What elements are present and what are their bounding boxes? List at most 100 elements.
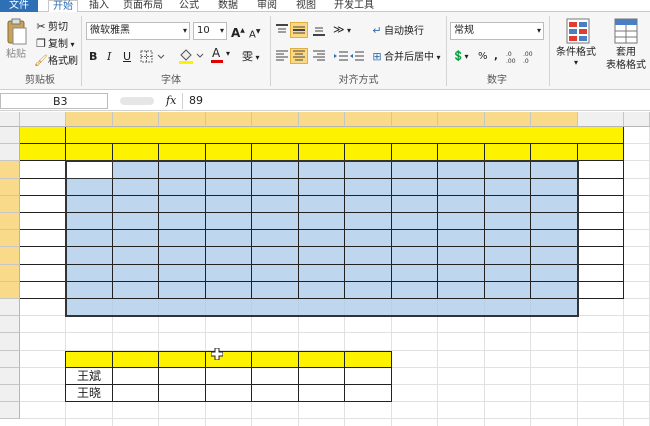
table2-empty-cell[interactable] [252, 385, 299, 403]
row-header-9[interactable] [0, 264, 20, 282]
name-cell[interactable] [20, 213, 66, 231]
name-cell[interactable] [20, 178, 66, 196]
wrap-text-button[interactable]: ↵ 自动换行 [370, 24, 424, 38]
column-header-m[interactable] [578, 112, 624, 127]
name-box[interactable]: B3 [0, 93, 108, 109]
table2-empty-cell[interactable] [299, 367, 345, 385]
align-middle-button[interactable] [290, 22, 308, 38]
header-cell[interactable] [345, 144, 392, 162]
column-header-b[interactable] [66, 112, 113, 127]
font-color-button[interactable]: A ▾ [210, 47, 236, 64]
score-cell[interactable] [578, 213, 624, 231]
tab-insert[interactable]: 插入 [84, 0, 114, 12]
score-cell[interactable] [578, 281, 624, 299]
name-cell[interactable] [20, 195, 66, 213]
percent-button[interactable]: % [478, 50, 488, 63]
format-as-table-button[interactable]: 套用 表格格式 [604, 18, 650, 78]
conditional-format-button[interactable]: 条件格式 ▾ [556, 18, 600, 78]
table2-empty-cell[interactable] [252, 367, 299, 385]
merge-center-button[interactable]: ⊞ 合并后居中 ▾ [370, 50, 440, 64]
row-header-6[interactable] [0, 213, 20, 231]
indent-buttons[interactable] [333, 48, 367, 64]
tab-formulas[interactable]: 公式 [174, 0, 204, 12]
name-cell[interactable] [20, 247, 66, 265]
tab-data[interactable]: 数据 [213, 0, 243, 12]
row-header-2[interactable] [0, 144, 20, 162]
borders-button[interactable] [140, 50, 168, 64]
orientation-button[interactable]: ≫ ▾ [333, 23, 351, 37]
align-right-button[interactable] [310, 48, 328, 64]
decimal-buttons[interactable]: .0.00 .00.0 [506, 49, 540, 65]
table2-empty-cell[interactable] [345, 385, 392, 403]
table2-empty-cell[interactable] [113, 367, 159, 385]
align-top-button[interactable] [273, 22, 291, 38]
comma-style-button[interactable]: , [494, 50, 498, 63]
row-header-15[interactable] [0, 367, 20, 385]
row-header-14[interactable] [0, 350, 20, 368]
row-header-7[interactable] [0, 230, 20, 248]
fill-color-button[interactable] [178, 48, 206, 64]
header-cell[interactable] [252, 144, 299, 162]
table2-empty-cell[interactable] [159, 385, 206, 403]
name-cell[interactable] [20, 281, 66, 299]
row-header-10[interactable] [0, 281, 20, 299]
font-name-select[interactable]: 微软雅黑 ▾ [86, 22, 190, 40]
column-header-l[interactable] [531, 112, 578, 127]
accounting-format-button[interactable]: 💲▾ [452, 50, 468, 63]
cut-button[interactable]: ✂ 剪切 [34, 20, 68, 34]
table2-header-cell[interactable] [252, 350, 299, 368]
table2-header-cell[interactable] [299, 350, 345, 368]
column-header-h[interactable] [345, 112, 392, 127]
header-cell[interactable] [159, 144, 206, 162]
row-header-3[interactable] [0, 161, 20, 179]
column-header-j[interactable] [438, 112, 485, 127]
table2-name-cell[interactable]: 王斌 [66, 367, 113, 385]
tab-page-layout[interactable]: 页面布局 [120, 0, 166, 12]
select-all-corner[interactable] [0, 112, 20, 127]
align-center-button[interactable] [290, 48, 308, 64]
table2-empty-cell[interactable] [206, 367, 252, 385]
number-format-select[interactable]: 常规 ▾ [450, 22, 544, 40]
header-cell[interactable] [392, 144, 438, 162]
name-cell[interactable] [20, 230, 66, 248]
title-blank-cell[interactable] [20, 127, 66, 145]
formula-input[interactable]: 89 [182, 93, 648, 109]
header-cell[interactable] [578, 144, 624, 162]
header-cell[interactable] [66, 144, 113, 162]
header-cell[interactable] [299, 144, 345, 162]
row-header-8[interactable] [0, 247, 20, 265]
tab-home[interactable]: 开始 [48, 0, 78, 12]
column-header-c[interactable] [113, 112, 159, 127]
table2-empty-cell[interactable] [206, 385, 252, 403]
table2-empty-cell[interactable] [113, 385, 159, 403]
table2-header-cell[interactable] [345, 350, 392, 368]
column-header-f[interactable] [252, 112, 299, 127]
format-painter-button[interactable]: 🖌格式刷 [34, 54, 78, 68]
score-cell[interactable] [578, 247, 624, 265]
header-cell[interactable] [113, 144, 159, 162]
column-header-i[interactable] [392, 112, 438, 127]
table2-header-cell[interactable] [113, 350, 159, 368]
name-cell[interactable] [20, 161, 66, 179]
score-cell[interactable] [578, 161, 624, 179]
name-cell[interactable] [20, 264, 66, 282]
header-cell[interactable] [206, 144, 252, 162]
bold-button[interactable]: B [89, 50, 97, 63]
table2-header-cell[interactable] [66, 350, 113, 368]
score-cell[interactable] [578, 264, 624, 282]
column-header-d[interactable] [159, 112, 206, 127]
grow-font-button[interactable]: A▲ [231, 24, 245, 40]
table2-empty-cell[interactable] [299, 385, 345, 403]
tab-view[interactable]: 视图 [291, 0, 321, 12]
underline-button[interactable]: U [123, 50, 131, 63]
copy-button[interactable]: ❐ 复制 ▾ [34, 37, 75, 51]
name-box-splitter[interactable] [120, 97, 154, 105]
column-header-k[interactable] [485, 112, 531, 127]
italic-button[interactable]: I [107, 50, 111, 63]
align-bottom-button[interactable] [310, 22, 328, 38]
score-cell[interactable] [578, 195, 624, 213]
header-cell[interactable] [485, 144, 531, 162]
header-cell[interactable] [20, 144, 66, 162]
column-header-n[interactable] [624, 112, 650, 127]
tab-file[interactable]: 文件 [0, 0, 38, 12]
